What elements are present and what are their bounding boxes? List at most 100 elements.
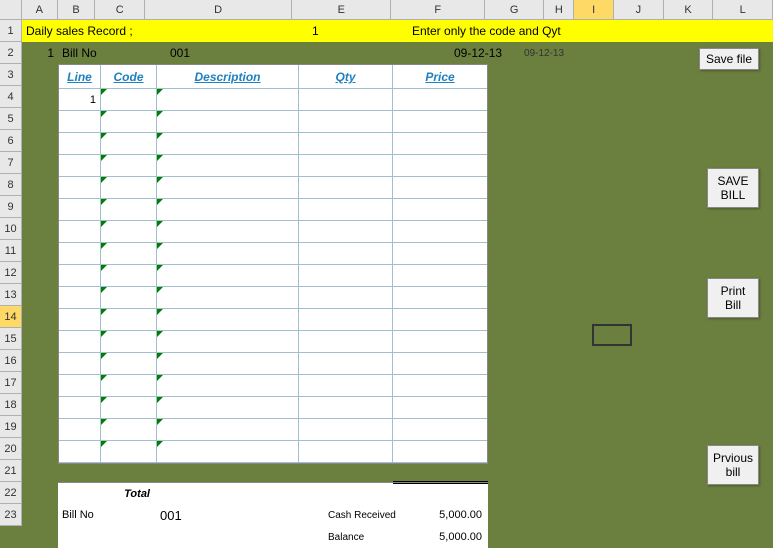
cell-desc[interactable] [157, 353, 299, 374]
table-row[interactable] [59, 111, 487, 133]
cell-desc[interactable] [157, 243, 299, 264]
table-row[interactable] [59, 397, 487, 419]
table-row[interactable] [59, 441, 487, 463]
cell-line[interactable] [59, 353, 101, 374]
row-header-4[interactable]: 4 [0, 86, 22, 108]
cell-code[interactable] [101, 287, 157, 308]
table-row[interactable] [59, 331, 487, 353]
row-header-7[interactable]: 7 [0, 152, 22, 174]
row-header-10[interactable]: 10 [0, 218, 22, 240]
row-header-2[interactable]: 2 [0, 42, 22, 64]
row-header-18[interactable]: 18 [0, 394, 22, 416]
cell-desc[interactable] [157, 155, 299, 176]
cell-qty[interactable] [299, 243, 393, 264]
cell-price[interactable] [393, 265, 487, 286]
table-row[interactable] [59, 243, 487, 265]
cell-line[interactable] [59, 397, 101, 418]
table-row[interactable] [59, 419, 487, 441]
cell-price[interactable] [393, 353, 487, 374]
cell-price[interactable] [393, 309, 487, 330]
cell-line[interactable]: 1 [59, 89, 101, 110]
print-bill-button[interactable]: Print Bill [707, 278, 759, 318]
cell-code[interactable] [101, 397, 157, 418]
cell-price[interactable] [393, 221, 487, 242]
table-row[interactable] [59, 221, 487, 243]
row-header-13[interactable]: 13 [0, 284, 22, 306]
cell-code[interactable] [101, 177, 157, 198]
col-header-H[interactable]: H [544, 0, 574, 19]
cell-qty[interactable] [299, 397, 393, 418]
row-header-11[interactable]: 11 [0, 240, 22, 262]
col-header-J[interactable]: J [614, 0, 664, 19]
row-header-15[interactable]: 15 [0, 328, 22, 350]
cell-line[interactable] [59, 133, 101, 154]
cell-line[interactable] [59, 265, 101, 286]
row-header-23[interactable]: 23 [0, 504, 22, 526]
active-cell-cursor[interactable] [592, 324, 632, 346]
table-row[interactable] [59, 375, 487, 397]
col-header-I[interactable]: I [574, 0, 614, 19]
row-header-9[interactable]: 9 [0, 196, 22, 218]
cell-line[interactable] [59, 111, 101, 132]
cell-price[interactable] [393, 89, 487, 110]
cell-qty[interactable] [299, 331, 393, 352]
cell-line[interactable] [59, 441, 101, 462]
cell-line[interactable] [59, 199, 101, 220]
cell-price[interactable] [393, 177, 487, 198]
cell-price[interactable] [393, 331, 487, 352]
row-header-6[interactable]: 6 [0, 130, 22, 152]
table-row[interactable] [59, 287, 487, 309]
cell-line[interactable] [59, 155, 101, 176]
cell-qty[interactable] [299, 309, 393, 330]
cell-qty[interactable] [299, 353, 393, 374]
row-header-20[interactable]: 20 [0, 438, 22, 460]
cell-desc[interactable] [157, 287, 299, 308]
cell-code[interactable] [101, 199, 157, 220]
table-row[interactable] [59, 353, 487, 375]
cell-price[interactable] [393, 397, 487, 418]
table-row[interactable] [59, 199, 487, 221]
cell-qty[interactable] [299, 199, 393, 220]
col-header-C[interactable]: C [95, 0, 145, 19]
cell-qty[interactable] [299, 89, 393, 110]
cell-desc[interactable] [157, 397, 299, 418]
row-header-22[interactable]: 22 [0, 482, 22, 504]
cell-code[interactable] [101, 89, 157, 110]
cell-qty[interactable] [299, 221, 393, 242]
cell-qty[interactable] [299, 133, 393, 154]
cell-code[interactable] [101, 221, 157, 242]
cell-line[interactable] [59, 331, 101, 352]
cell-desc[interactable] [157, 111, 299, 132]
cell-qty[interactable] [299, 419, 393, 440]
cell-price[interactable] [393, 419, 487, 440]
cell-desc[interactable] [157, 199, 299, 220]
row-header-21[interactable]: 21 [0, 460, 22, 482]
row-header-8[interactable]: 8 [0, 174, 22, 196]
save-file-button[interactable]: Save file [699, 48, 759, 70]
cell-desc[interactable] [157, 331, 299, 352]
col-desc[interactable]: Description [157, 65, 299, 88]
cell-code[interactable] [101, 243, 157, 264]
row-header-16[interactable]: 16 [0, 350, 22, 372]
row-header-5[interactable]: 5 [0, 108, 22, 130]
cell-line[interactable] [59, 375, 101, 396]
table-row[interactable] [59, 177, 487, 199]
cell-desc[interactable] [157, 89, 299, 110]
cell-desc[interactable] [157, 375, 299, 396]
row-header-12[interactable]: 12 [0, 262, 22, 284]
cell-price[interactable] [393, 441, 487, 462]
row-header-19[interactable]: 19 [0, 416, 22, 438]
cell-qty[interactable] [299, 441, 393, 462]
cell-line[interactable] [59, 287, 101, 308]
cell-code[interactable] [101, 353, 157, 374]
row-header-3[interactable]: 3 [0, 64, 22, 86]
save-bill-button[interactable]: SAVE BILL [707, 168, 759, 208]
col-code[interactable]: Code [101, 65, 157, 88]
table-row[interactable] [59, 265, 487, 287]
row-header-14[interactable]: 14 [0, 306, 22, 328]
cell-price[interactable] [393, 133, 487, 154]
col-header-G[interactable]: G [485, 0, 545, 19]
col-qty[interactable]: Qty [299, 65, 393, 88]
cell-desc[interactable] [157, 133, 299, 154]
cell-line[interactable] [59, 309, 101, 330]
